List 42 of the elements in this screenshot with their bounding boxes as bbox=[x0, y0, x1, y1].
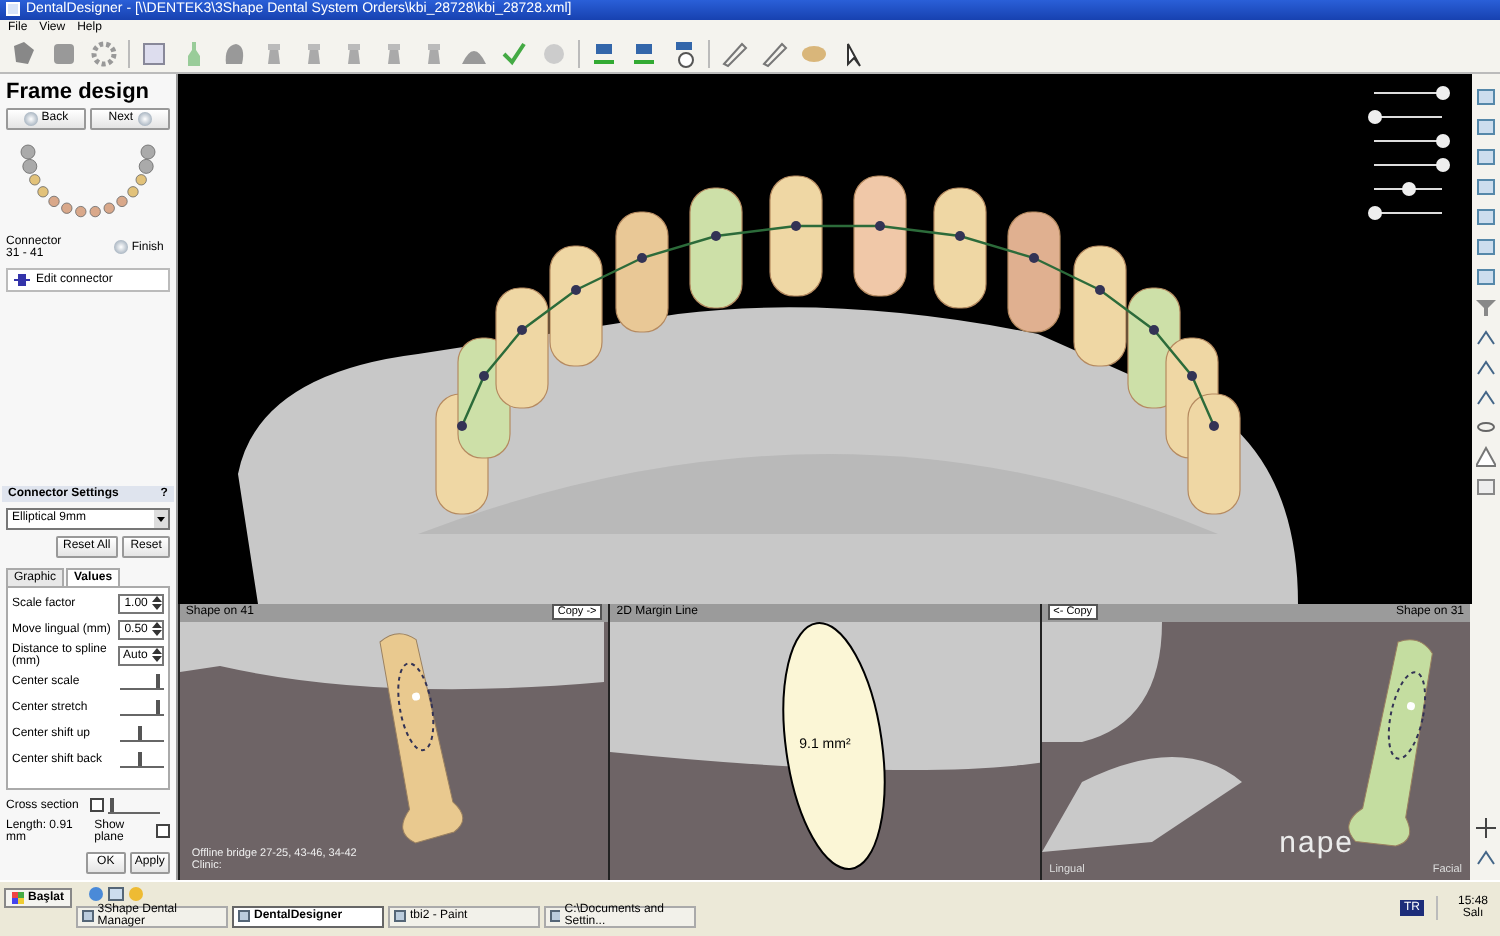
app-icon bbox=[238, 910, 251, 923]
slider[interactable] bbox=[119, 725, 164, 742]
app-icon bbox=[550, 910, 561, 923]
pen-icon[interactable] bbox=[758, 38, 790, 71]
slider[interactable] bbox=[119, 699, 164, 716]
visibility-slider[interactable] bbox=[1374, 109, 1443, 124]
crosshair-icon[interactable] bbox=[1475, 815, 1496, 838]
pen-icon[interactable] bbox=[718, 38, 750, 71]
view-icon[interactable] bbox=[1475, 85, 1496, 108]
visibility-slider[interactable] bbox=[1374, 157, 1443, 172]
browser-icon[interactable] bbox=[88, 885, 105, 902]
view-icon[interactable] bbox=[1475, 205, 1496, 228]
connector-icon bbox=[14, 273, 30, 286]
app-icon bbox=[394, 910, 407, 923]
app-icon bbox=[6, 2, 20, 17]
slider[interactable] bbox=[119, 673, 164, 690]
slider[interactable] bbox=[108, 797, 161, 814]
desktop-icon[interactable] bbox=[108, 885, 125, 902]
window-icon[interactable] bbox=[1475, 475, 1496, 498]
window-icon[interactable] bbox=[138, 38, 170, 71]
view-icon[interactable] bbox=[1475, 175, 1496, 198]
checkbox[interactable] bbox=[90, 798, 105, 813]
view-icon[interactable] bbox=[1475, 115, 1496, 138]
spin-arrows-icon[interactable] bbox=[151, 622, 162, 637]
panel-title: Frame design bbox=[4, 77, 152, 108]
visibility-slider[interactable] bbox=[1374, 181, 1443, 196]
view-icon[interactable] bbox=[1475, 145, 1496, 168]
visibility-slider[interactable] bbox=[1374, 205, 1443, 220]
gear-icon[interactable] bbox=[88, 38, 120, 71]
checkbox[interactable] bbox=[156, 824, 170, 839]
brand-logo: nape bbox=[1279, 825, 1355, 860]
dental-model-drawing[interactable] bbox=[237, 175, 1298, 604]
view-icon[interactable] bbox=[1475, 265, 1496, 288]
slider[interactable] bbox=[119, 751, 164, 768]
flag-icon bbox=[12, 891, 24, 904]
visibility-slider[interactable] bbox=[1374, 133, 1443, 148]
visibility-slider[interactable] bbox=[1374, 85, 1443, 100]
spin-arrows-icon[interactable] bbox=[151, 648, 162, 663]
spin-arrows-icon[interactable] bbox=[151, 596, 162, 611]
checkmark-icon[interactable] bbox=[498, 38, 530, 71]
view-icon[interactable] bbox=[1475, 235, 1496, 258]
app-icon bbox=[82, 910, 94, 923]
